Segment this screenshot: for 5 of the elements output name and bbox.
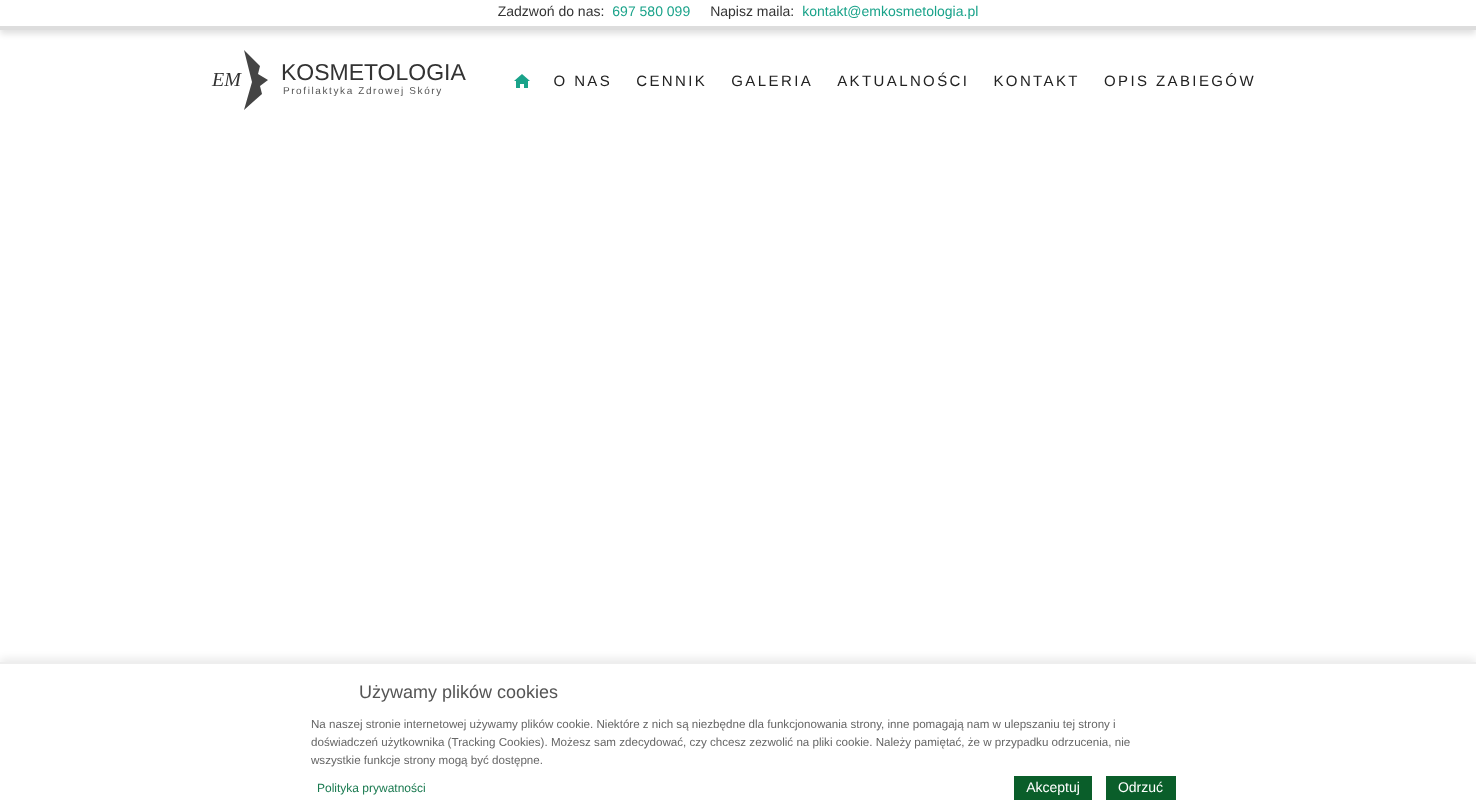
- cookie-title: Używamy plików cookies: [359, 682, 561, 702]
- home-icon[interactable]: [513, 73, 530, 87]
- logo-monogram: EM: [212, 69, 241, 91]
- logo-title: KOSMETOLOGIA: [280, 62, 466, 86]
- profile-silhouette-icon: [240, 50, 273, 110]
